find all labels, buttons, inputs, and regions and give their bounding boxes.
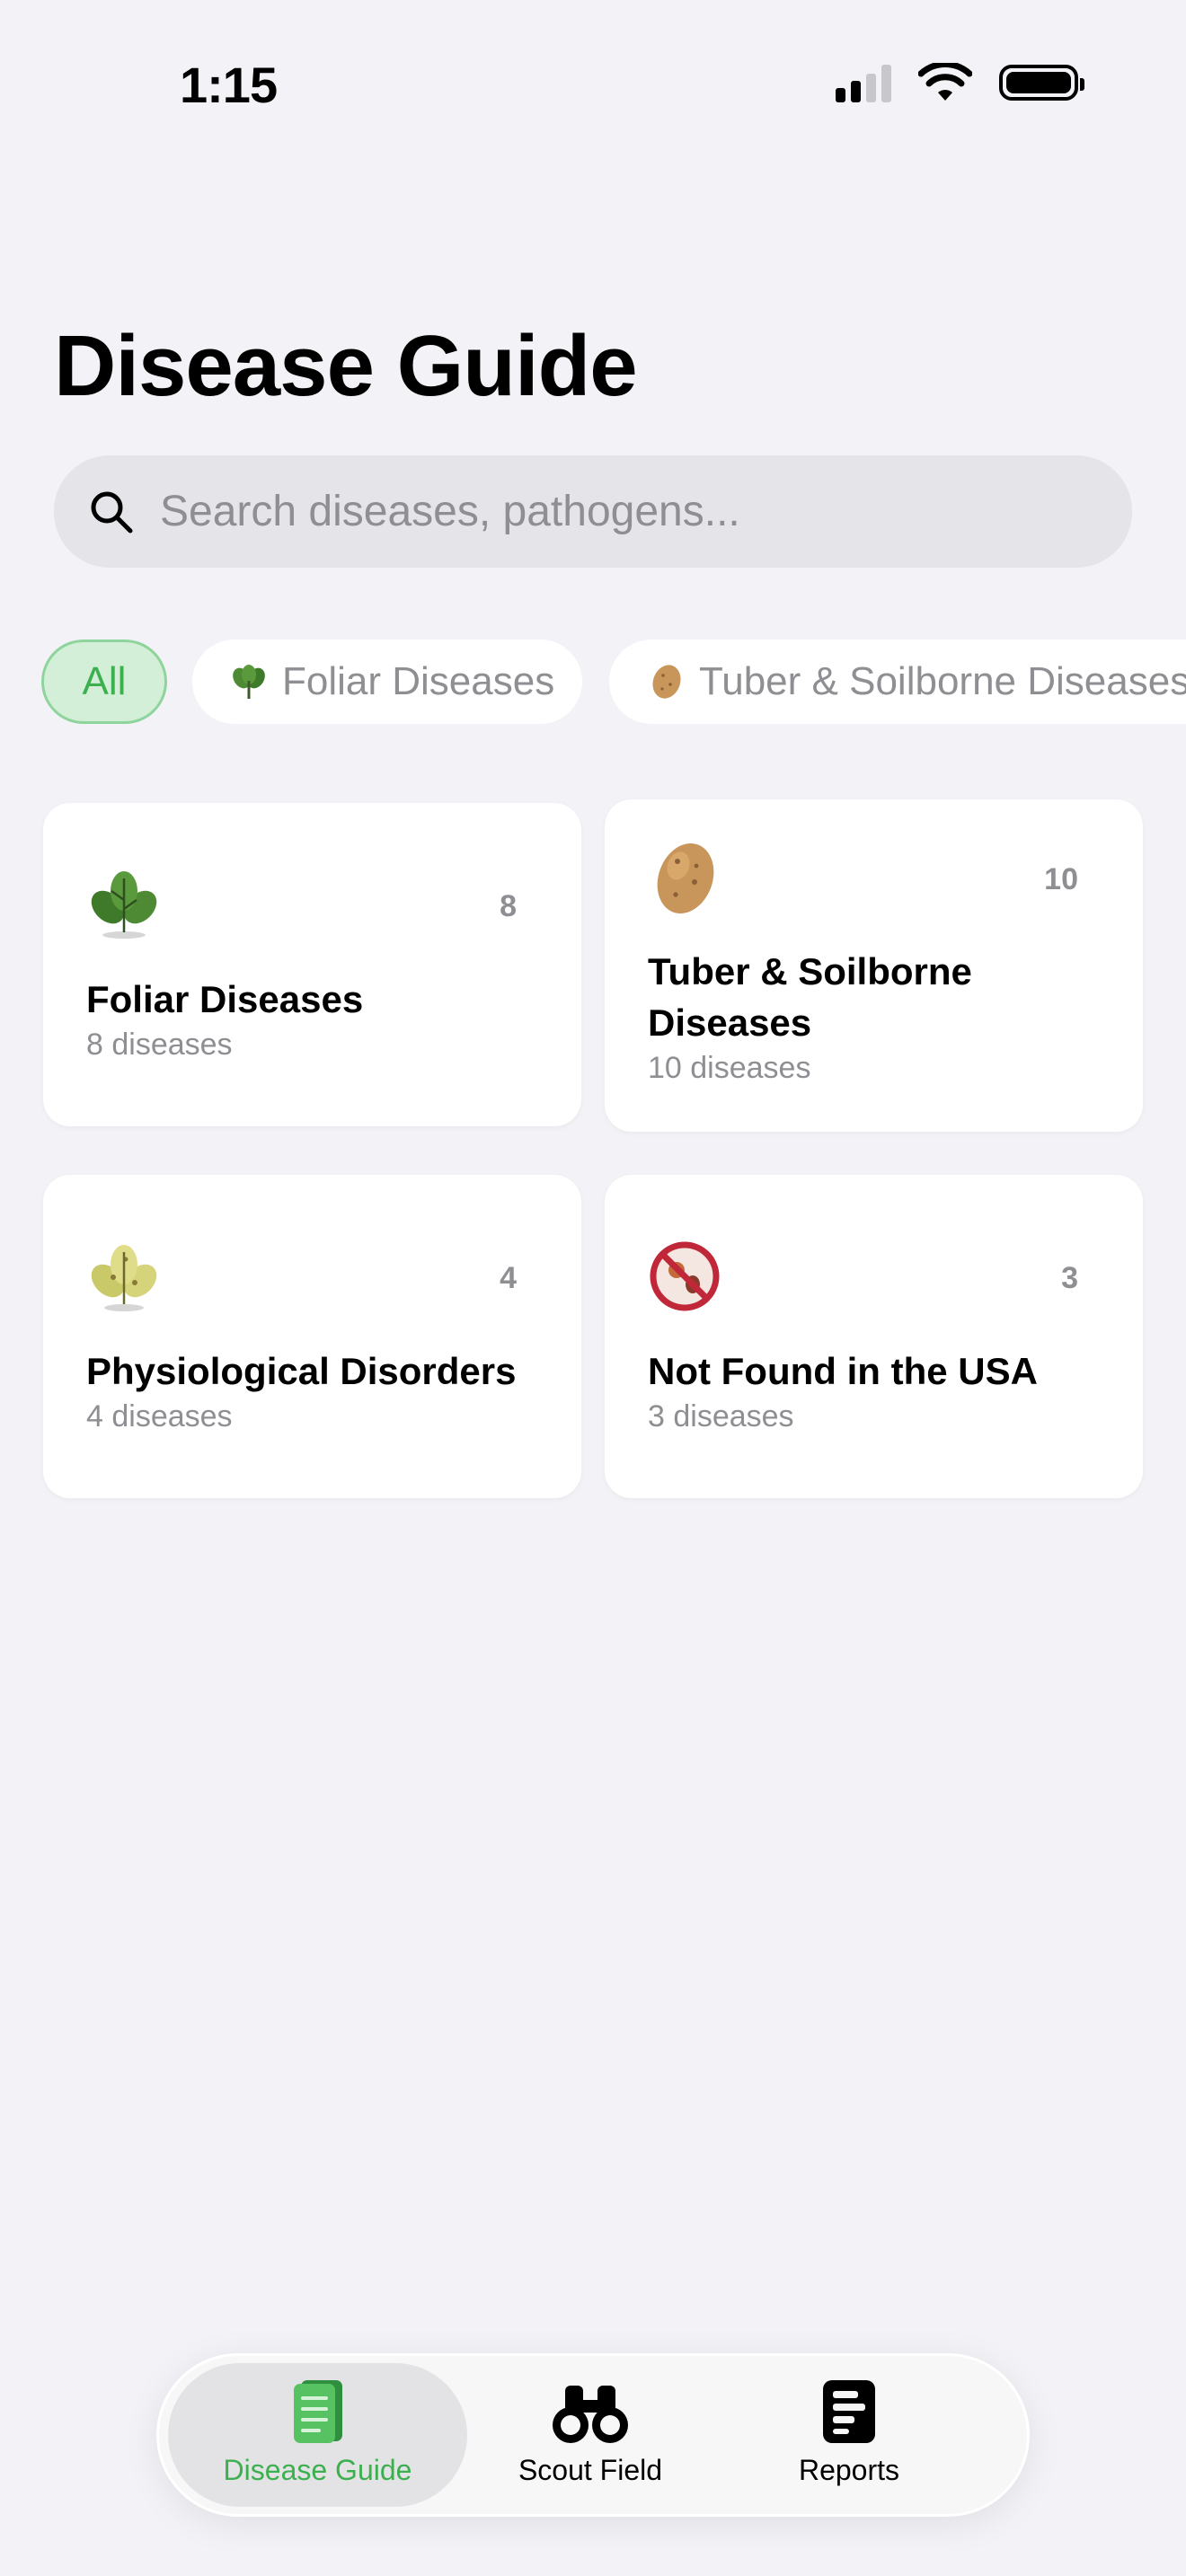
potato-icon xyxy=(657,843,714,913)
category-subtitle: 4 diseases xyxy=(86,1399,233,1434)
no-pathogen-icon xyxy=(650,1241,720,1311)
tab-label: Disease Guide xyxy=(223,2454,412,2486)
cellular-signal-icon xyxy=(836,63,891,102)
category-subtitle: 3 diseases xyxy=(648,1399,794,1434)
page-title: Disease Guide xyxy=(54,318,638,414)
category-name: Physiological Disorders xyxy=(86,1350,517,1392)
battery-icon xyxy=(999,65,1084,101)
yellow-leaf-icon xyxy=(91,1245,157,1311)
category-name: Not Found in the USA xyxy=(648,1350,1038,1392)
filter-chip-tuber[interactable]: Tuber & Soilborne Diseases xyxy=(609,640,1186,724)
book-icon xyxy=(293,2380,342,2443)
wifi-icon xyxy=(918,63,972,101)
filter-chip-label: Foliar Diseases xyxy=(282,659,555,703)
category-count: 10 xyxy=(1044,862,1078,896)
category-name: Tuber & Soilborne Diseases xyxy=(648,950,972,1044)
category-subtitle: 10 diseases xyxy=(648,1051,811,1085)
category-count: 4 xyxy=(500,1261,517,1295)
category-count: 3 xyxy=(1061,1261,1078,1295)
category-name: Foliar Diseases xyxy=(86,978,364,1020)
search-bar[interactable] xyxy=(54,455,1132,568)
report-icon xyxy=(823,2380,875,2443)
status-icons xyxy=(836,63,1084,102)
category-card-not-found[interactable]: 3 Not Found in the USA 3 diseases xyxy=(605,1175,1143,1498)
leaf-icon xyxy=(230,663,268,701)
search-input[interactable] xyxy=(158,486,1060,537)
filter-chip-label: All xyxy=(82,659,127,703)
tab-reports[interactable]: Reports xyxy=(714,2363,984,2507)
leaf-icon xyxy=(91,871,157,939)
filter-chip-all[interactable]: All xyxy=(41,640,167,724)
tab-bar: Disease Guide Scout Field Reports xyxy=(156,2353,1030,2517)
filter-chip-foliar[interactable]: Foliar Diseases xyxy=(192,640,582,724)
category-subtitle: 8 diseases xyxy=(86,1028,233,1062)
tab-label: Scout Field xyxy=(518,2454,663,2486)
search-icon xyxy=(91,491,133,533)
category-count: 8 xyxy=(500,889,517,923)
tab-scout-field[interactable]: Scout Field xyxy=(456,2363,725,2507)
category-card-physiological[interactable]: 4 Physiological Disorders 4 diseases xyxy=(43,1175,581,1498)
potato-icon xyxy=(649,663,685,701)
filter-chip-label: Tuber & Soilborne Diseases xyxy=(699,659,1186,703)
category-card-tuber[interactable]: 10 Tuber & Soilborne Diseases 10 disease… xyxy=(605,799,1143,1132)
status-time: 1:15 xyxy=(180,57,278,113)
binoculars-icon xyxy=(553,2386,628,2443)
category-card-foliar[interactable]: 8 Foliar Diseases 8 diseases xyxy=(43,803,581,1126)
tab-disease-guide[interactable]: Disease Guide xyxy=(168,2363,467,2507)
tab-label: Reports xyxy=(798,2454,900,2486)
filter-chips: All Foliar Diseases Tuber & Soilborne Di… xyxy=(41,640,1186,724)
